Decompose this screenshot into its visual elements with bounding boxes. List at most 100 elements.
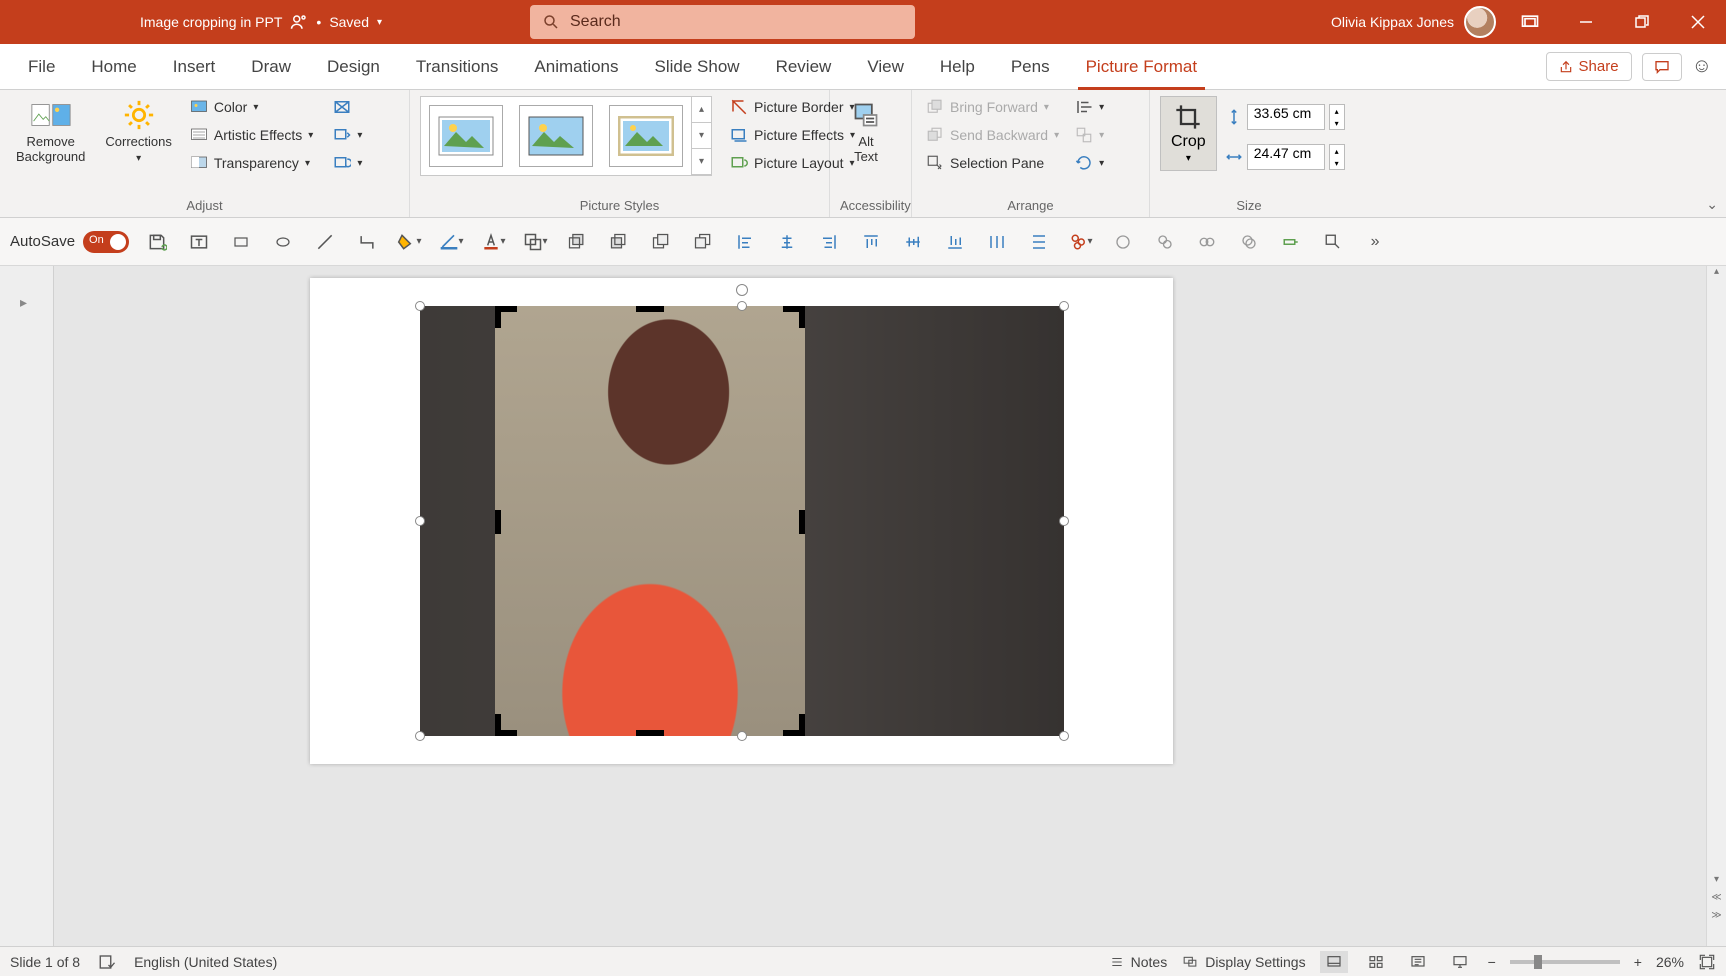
align-right-icon[interactable]: [815, 228, 843, 256]
expand-thumbnails-icon[interactable]: ▸: [20, 294, 27, 311]
tab-transitions[interactable]: Transitions: [398, 44, 517, 90]
color-button[interactable]: Color ▾: [186, 96, 317, 118]
chevron-down-icon[interactable]: ▾: [1186, 153, 1191, 164]
height-up[interactable]: ▴: [1330, 105, 1344, 117]
shape-outline-icon[interactable]: ▾: [437, 228, 465, 256]
autosave-toggle[interactable]: On: [83, 231, 129, 253]
align-left-icon[interactable]: [731, 228, 759, 256]
zoom-slider[interactable]: [1510, 960, 1620, 964]
crop-handle-br2[interactable]: [799, 714, 805, 736]
prev-slide-icon[interactable]: ≪: [1707, 892, 1726, 910]
align-middle-icon[interactable]: [899, 228, 927, 256]
regroup-icon[interactable]: [1193, 228, 1221, 256]
account-area[interactable]: Olivia Kippax Jones: [1331, 6, 1496, 38]
crop-handle-tm[interactable]: [636, 306, 664, 312]
elbow-connector-icon[interactable]: [353, 228, 381, 256]
display-settings-button[interactable]: Display Settings: [1181, 954, 1305, 970]
artistic-effects-button[interactable]: Artistic Effects ▾: [186, 124, 317, 146]
search-box[interactable]: Search: [530, 5, 915, 39]
gallery-item-3[interactable]: [609, 105, 683, 167]
zoom-out-button[interactable]: −: [1488, 954, 1496, 970]
tab-review[interactable]: Review: [758, 44, 850, 90]
corrections-button[interactable]: Corrections ▾: [99, 96, 177, 168]
align-top-icon[interactable]: [857, 228, 885, 256]
maximize-button[interactable]: [1614, 0, 1670, 44]
selection-handle-tr[interactable]: [1059, 301, 1069, 311]
reading-view-button[interactable]: [1404, 951, 1432, 973]
tab-slide-show[interactable]: Slide Show: [637, 44, 758, 90]
group-shapes-icon[interactable]: [1109, 228, 1137, 256]
format-painter-icon[interactable]: [1277, 228, 1305, 256]
width-down[interactable]: ▾: [1330, 157, 1344, 169]
normal-view-button[interactable]: [1320, 951, 1348, 973]
gallery-scroll-up[interactable]: ▴: [692, 97, 711, 123]
bring-to-front-icon[interactable]: [563, 228, 591, 256]
slide-canvas[interactable]: [310, 278, 1173, 764]
crop-handle-tr2[interactable]: [799, 306, 805, 328]
slide-indicator[interactable]: Slide 1 of 8: [10, 954, 80, 970]
notes-button[interactable]: Notes: [1109, 954, 1168, 970]
alt-text-button[interactable]: Alt Text: [840, 96, 892, 168]
crop-handle-tl2[interactable]: [495, 306, 517, 312]
height-field[interactable]: 33.65 cm ▴▾: [1225, 104, 1345, 130]
tab-picture-format[interactable]: Picture Format: [1068, 44, 1215, 90]
chevron-down-icon[interactable]: ▾: [377, 17, 382, 28]
line-shape-icon[interactable]: [311, 228, 339, 256]
selection-handle-mr[interactable]: [1059, 516, 1069, 526]
crop-handle-mr[interactable]: [799, 510, 805, 534]
more-commands-icon[interactable]: »: [1361, 228, 1389, 256]
font-color-icon[interactable]: ▾: [479, 228, 507, 256]
group-button[interactable]: ▾: [1071, 124, 1108, 146]
align-button[interactable]: ▾: [1071, 96, 1108, 118]
selection-handle-bm[interactable]: [737, 731, 747, 741]
fit-to-window-button[interactable]: [1698, 954, 1716, 970]
minimize-button[interactable]: [1558, 0, 1614, 44]
selection-handle-bl[interactable]: [415, 731, 425, 741]
align-bottom-icon[interactable]: [941, 228, 969, 256]
scroll-down-icon[interactable]: ▾: [1707, 874, 1726, 892]
close-button[interactable]: [1670, 0, 1726, 44]
crop-handle-bl2[interactable]: [495, 730, 517, 736]
oval-shape-icon[interactable]: [269, 228, 297, 256]
tab-insert[interactable]: Insert: [155, 44, 234, 90]
zoom-in-button[interactable]: +: [1634, 954, 1642, 970]
vertical-scrollbar[interactable]: ▴ ▾ ≪ ≫: [1706, 266, 1726, 946]
textbox-icon[interactable]: [185, 228, 213, 256]
crop-button[interactable]: Crop ▾: [1160, 96, 1217, 171]
distribute-vertical-icon[interactable]: [1025, 228, 1053, 256]
crop-handle-ml[interactable]: [495, 510, 501, 534]
bring-forward-icon[interactable]: [647, 228, 675, 256]
shape-fill-icon[interactable]: ▾: [395, 228, 423, 256]
ungroup-shapes-icon[interactable]: [1151, 228, 1179, 256]
tab-help[interactable]: Help: [922, 44, 993, 90]
rectangle-shape-icon[interactable]: [227, 228, 255, 256]
tab-view[interactable]: View: [849, 44, 922, 90]
width-field[interactable]: 24.47 cm ▴▾: [1225, 144, 1345, 170]
selection-handle-ml[interactable]: [415, 516, 425, 526]
gallery-item-1[interactable]: [429, 105, 503, 167]
send-to-back-icon[interactable]: [605, 228, 633, 256]
thumbnail-strip[interactable]: ▸: [0, 266, 54, 946]
selection-handle-tm[interactable]: [737, 301, 747, 311]
distribute-horizontal-icon[interactable]: [983, 228, 1011, 256]
change-picture-button[interactable]: ▾: [329, 124, 366, 146]
spellcheck-icon[interactable]: [98, 953, 116, 971]
zoom-slider-thumb[interactable]: [1534, 955, 1542, 969]
crop-handle-bm[interactable]: [636, 730, 664, 736]
gallery-more[interactable]: ▾: [692, 149, 711, 175]
save-icon[interactable]: [143, 228, 171, 256]
ribbon-display-options-icon[interactable]: [1520, 12, 1540, 32]
tab-home[interactable]: Home: [73, 44, 154, 90]
transparency-button[interactable]: Transparency ▾: [186, 152, 317, 174]
scroll-up-icon[interactable]: ▴: [1707, 266, 1726, 284]
slide-sorter-view-button[interactable]: [1362, 951, 1390, 973]
rotation-handle[interactable]: [736, 284, 748, 296]
selection-handle-br[interactable]: [1059, 731, 1069, 741]
comments-button[interactable]: [1642, 53, 1682, 81]
slideshow-view-button[interactable]: [1446, 951, 1474, 973]
tab-draw[interactable]: Draw: [233, 44, 309, 90]
selection-handle-tl[interactable]: [415, 301, 425, 311]
language-indicator[interactable]: English (United States): [134, 954, 277, 970]
merge-shapes-icon[interactable]: ▾: [521, 228, 549, 256]
selection-pane-button[interactable]: Selection Pane: [922, 152, 1063, 174]
